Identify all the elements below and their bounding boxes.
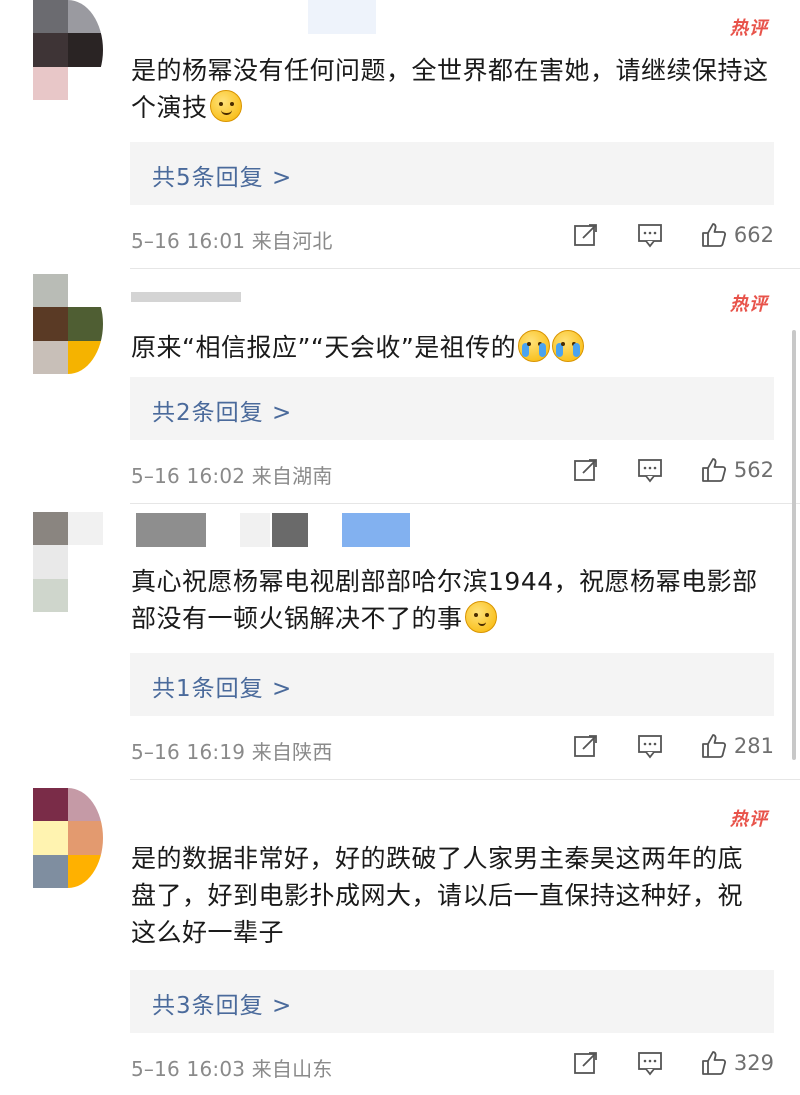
reply-summary[interactable]: 共2条回复 > — [130, 377, 774, 440]
reply-count-link[interactable]: 共1条回复 > — [152, 669, 292, 703]
reply-count-link[interactable]: 共3条回复 > — [152, 986, 292, 1020]
comment-text: 是的数据非常好，好的跌破了人家男主秦昊这两年的底盘了，好到电影扑成网大，请以后一… — [131, 844, 744, 947]
share-icon[interactable] — [573, 733, 599, 759]
crying-emoji-icon — [518, 330, 551, 362]
hot-comment-badge: 热评 — [730, 18, 768, 39]
comment-meta: 5–16 16:01 来自河北 — [131, 229, 333, 253]
username-blurred[interactable] — [240, 513, 270, 547]
like-count: 562 — [733, 458, 774, 482]
comment-icon[interactable] — [637, 457, 663, 483]
comment-meta: 5–16 16:02 来自湖南 — [131, 464, 333, 488]
like-button[interactable]: 662 — [701, 222, 774, 248]
reply-count-link[interactable]: 共5条回复 > — [152, 158, 292, 192]
comment-icon[interactable] — [637, 733, 663, 759]
comment-actions: 281 — [573, 733, 774, 759]
like-count: 662 — [733, 223, 774, 247]
thinking-emoji-icon — [464, 601, 497, 633]
thumbs-up-icon — [701, 1050, 727, 1076]
divider — [130, 268, 800, 269]
divider — [130, 503, 800, 504]
hot-comment-badge: 热评 — [730, 294, 768, 315]
comment-text: 真心祝愿杨幂电视剧部部哈尔滨1944，祝愿杨幂电影部部没有一顿火锅解决不了的事 — [131, 567, 758, 633]
comment-actions: 562 — [573, 457, 774, 483]
like-count: 281 — [733, 734, 774, 758]
comment-icon[interactable] — [637, 222, 663, 248]
scrollbar[interactable] — [792, 330, 796, 760]
smirk-emoji-icon — [209, 90, 242, 122]
hot-comment-badge: 热评 — [730, 809, 768, 830]
username-blurred[interactable] — [272, 513, 308, 547]
reply-summary[interactable]: 共3条回复 > — [130, 970, 774, 1033]
reply-summary[interactable]: 共5条回复 > — [130, 142, 774, 205]
username-blurred[interactable] — [342, 513, 410, 547]
share-icon[interactable] — [573, 457, 599, 483]
comment-text: 是的杨幂没有任何问题，全世界都在害她，请继续保持这个演技 — [131, 56, 769, 122]
comment-icon[interactable] — [637, 1050, 663, 1076]
username-blurred[interactable] — [136, 513, 206, 547]
avatar[interactable] — [33, 274, 103, 374]
thumbs-up-icon — [701, 222, 727, 248]
username-blurred[interactable] — [131, 292, 241, 302]
like-count: 329 — [733, 1051, 774, 1075]
reply-count-link[interactable]: 共2条回复 > — [152, 393, 292, 427]
comment-actions: 329 — [573, 1050, 774, 1076]
crying-emoji-icon — [552, 330, 585, 362]
like-button[interactable]: 562 — [701, 457, 774, 483]
thumbs-up-icon — [701, 457, 727, 483]
avatar[interactable] — [33, 0, 103, 100]
share-icon[interactable] — [573, 1050, 599, 1076]
share-icon[interactable] — [573, 222, 599, 248]
thumbs-up-icon — [701, 733, 727, 759]
reply-summary[interactable]: 共1条回复 > — [130, 653, 774, 716]
comment-actions: 662 — [573, 222, 774, 248]
avatar[interactable] — [33, 512, 103, 612]
avatar[interactable] — [33, 788, 103, 888]
username-blurred[interactable] — [308, 0, 376, 34]
comment-meta: 5–16 16:03 来自山东 — [131, 1057, 333, 1081]
comment-text: 原来“相信报应”“天会收”是祖传的 — [131, 329, 771, 366]
divider — [130, 779, 800, 780]
like-button[interactable]: 281 — [701, 733, 774, 759]
comment-meta: 5–16 16:19 来自陕西 — [131, 740, 333, 764]
like-button[interactable]: 329 — [701, 1050, 774, 1076]
